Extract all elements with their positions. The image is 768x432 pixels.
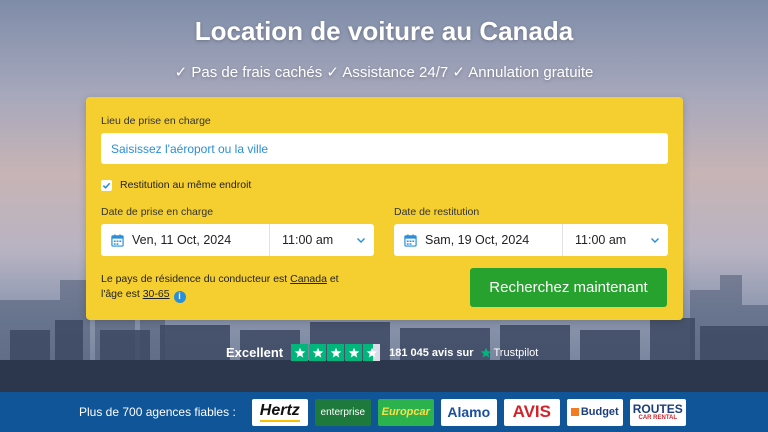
routes-logo: ROUTES CAR RENTAL [629,398,686,426]
pickup-datetime-field: Ven, 11 Oct, 2024 11:00 am [101,224,374,256]
review-count: 181 045 avis sur [389,346,474,359]
age-range-link[interactable]: 30-65 [143,288,170,300]
alamo-logo: Alamo [440,398,497,426]
checkmark-icon [102,182,111,189]
star-icon [345,344,363,361]
enterprise-logo: enterprise [314,398,371,426]
star-icon [291,344,309,361]
same-return-label: Restitution au même endroit [120,179,252,191]
trustpilot-stars [291,344,381,361]
rating-word: Excellent [226,345,284,360]
pickup-location-placeholder: Saisissez l'aéroport ou la ville [111,141,269,156]
pickup-location-input[interactable]: Saisissez l'aéroport ou la ville [101,133,668,164]
return-date-value: Sam, 19 Oct, 2024 [425,233,530,247]
trustpilot-rating[interactable]: Excellent 181 045 avis sur Trustpilot [226,344,538,361]
chevron-down-icon [651,238,659,243]
return-date-picker[interactable]: Sam, 19 Oct, 2024 [394,224,563,256]
residence-prefix: Le pays de résidence du conducteur est [101,273,288,285]
page-title: Location de voiture au Canada [194,16,574,46]
europcar-logo: Europcar [377,398,434,426]
same-return-row[interactable]: Restitution au même endroit [101,179,251,191]
info-icon[interactable]: i [173,290,186,303]
budget-logo: Budget [566,398,623,426]
benefits-subtitle: ✓ Pas de frais cachés ✓ Assistance 24/7 … [174,64,594,81]
budget-mark-icon [570,408,579,416]
avis-logo: AVIS [503,398,560,426]
pickup-location-label: Lieu de prise en charge [101,115,211,127]
trustpilot-brand-text: Trustpilot [493,346,539,359]
hertz-logo: Hertz [251,398,308,426]
return-datetime-field: Sam, 19 Oct, 2024 11:00 am [394,224,668,256]
partner-logos-bar: Plus de 700 agences fiables : Hertz ente… [0,392,768,432]
search-now-button[interactable]: Recherchez maintenant [470,268,667,307]
chevron-down-icon [357,238,365,243]
return-time-select[interactable]: 11:00 am [563,224,668,256]
search-form-card: Lieu de prise en charge Saisissez l'aéro… [86,97,683,320]
pickup-time-select[interactable]: 11:00 am [270,224,374,256]
return-date-label: Date de restitution [394,206,480,218]
star-icon [309,344,327,361]
trustpilot-star-icon [480,347,491,358]
pickup-date-label: Date de prise en charge [101,206,214,218]
star-icon [327,344,345,361]
calendar-icon [111,233,124,247]
trustpilot-logo: Trustpilot [480,346,539,359]
residence-country-link[interactable]: Canada [290,273,327,285]
pickup-date-picker[interactable]: Ven, 11 Oct, 2024 [101,224,270,256]
half-star-icon [363,344,381,361]
partners-label: Plus de 700 agences fiables : [79,405,236,419]
pickup-time-value: 11:00 am [282,233,334,247]
calendar-icon [404,233,417,247]
return-time-value: 11:00 am [575,233,627,247]
pickup-date-value: Ven, 11 Oct, 2024 [132,233,232,247]
driver-residence-note: Le pays de résidence du conducteur est C… [101,272,361,303]
same-return-checkbox[interactable] [101,179,112,191]
